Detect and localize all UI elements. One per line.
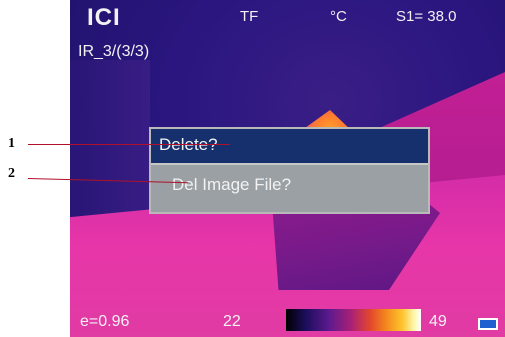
spot-readout: S1= 38.0 — [396, 8, 457, 25]
emissivity-readout: e=0.96 — [80, 313, 130, 330]
scale-max-label: 49 — [429, 313, 447, 330]
dialog-option-delete[interactable]: Delete? — [151, 129, 428, 165]
brand-logo: ICI — [87, 4, 121, 31]
color-scale-bar — [286, 309, 421, 331]
battery-icon — [478, 318, 498, 330]
scale-min-label: 22 — [223, 313, 241, 330]
image-file-index: IR_3/(3/3) — [78, 43, 150, 60]
delete-confirm-dialog: Delete? Del Image File? — [149, 127, 430, 214]
callout-line-1 — [28, 144, 230, 145]
callout-number-1: 1 — [8, 136, 15, 151]
thermal-image-view: ICI TF °C S1= 38.0 IR_3/(3/3) e=0.96 22 … — [70, 0, 505, 337]
dialog-title: Delete? — [159, 135, 218, 154]
mode-indicator: TF — [240, 8, 259, 25]
callout-number-2: 2 — [8, 166, 15, 181]
dialog-option-del-image-file[interactable]: Del Image File? — [172, 175, 291, 195]
temperature-unit: °C — [330, 8, 347, 25]
